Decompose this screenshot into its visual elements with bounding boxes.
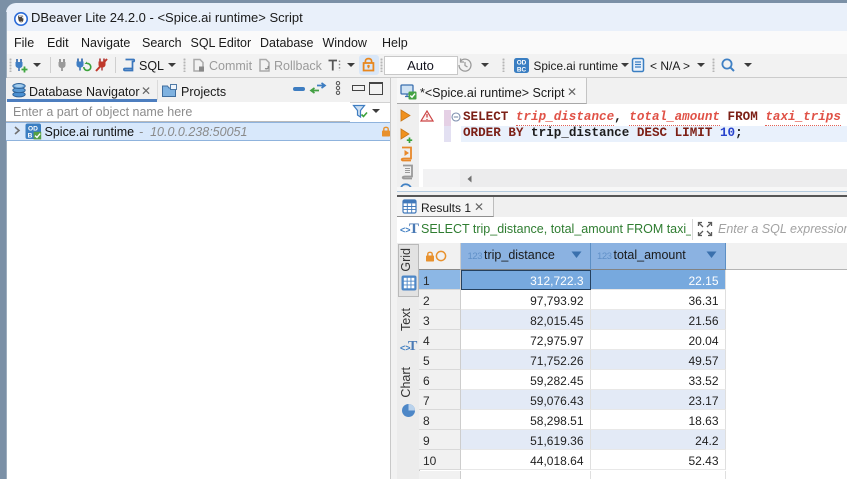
svg-text:OD: OD bbox=[28, 125, 38, 132]
svg-text:B: B bbox=[28, 132, 33, 139]
svg-text:BC: BC bbox=[517, 66, 527, 73]
